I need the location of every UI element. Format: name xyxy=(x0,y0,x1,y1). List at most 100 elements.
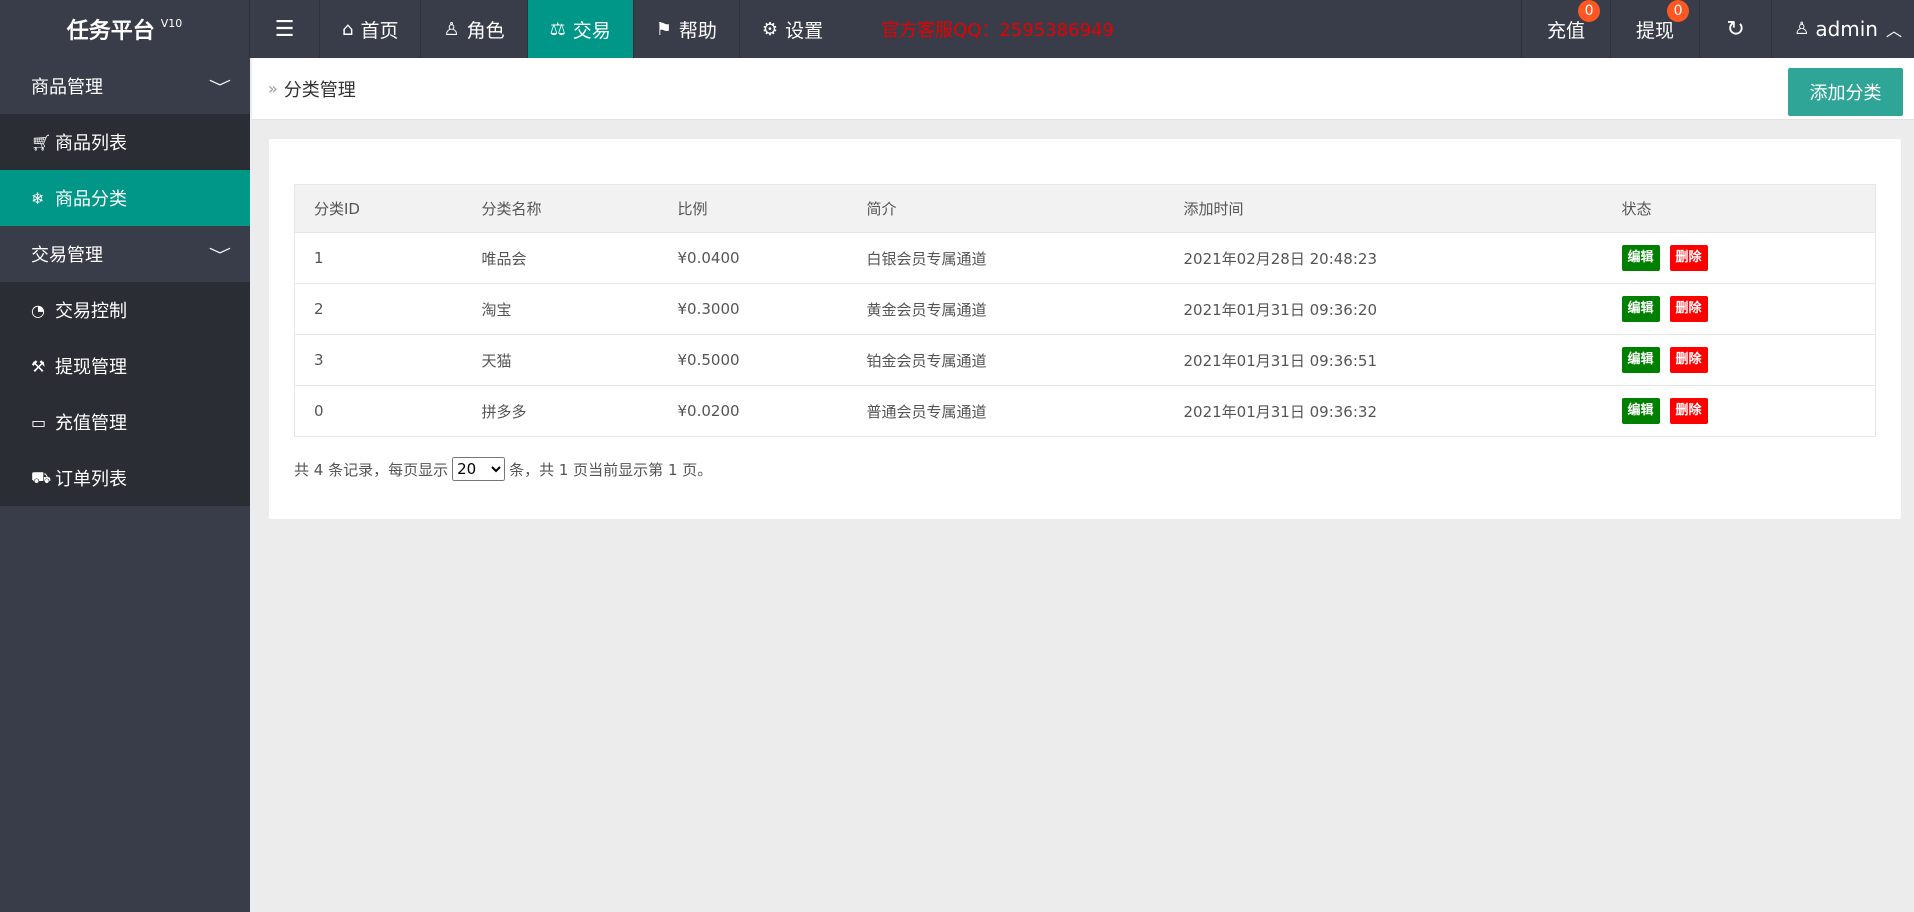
cell-name: 拼多多 xyxy=(462,385,659,437)
user-icon: ♙ xyxy=(1794,19,1810,39)
user-menu[interactable]: ♙ admin ︿ xyxy=(1771,0,1914,58)
sidebar-item-recharge[interactable]: ▭ 充值管理 xyxy=(0,394,250,450)
app-version: V10 xyxy=(160,16,183,30)
table-row: 1 唯品会 ¥0.0400 白银会员专属通道 2021年02月28日 20:48… xyxy=(294,232,1876,284)
sidebar-group-products[interactable]: 商品管理 ﹀ xyxy=(0,58,250,114)
recharge-badge: 0 xyxy=(1578,0,1601,22)
cell-actions: 编辑 删除 xyxy=(1602,283,1876,335)
recharge-label: 充值 xyxy=(1547,19,1586,42)
nav-role[interactable]: ♙ 角色 xyxy=(421,0,528,58)
double-chevron-icon: » xyxy=(268,79,278,98)
delete-button[interactable]: 删除 xyxy=(1669,245,1708,271)
category-table: 分类ID 分类名称 比例 简介 添加时间 状态 1 唯品会 ¥0.0400 白银… xyxy=(294,184,1876,437)
table-row: 2 淘宝 ¥0.3000 黄金会员专属通道 2021年01月31日 09:36:… xyxy=(294,283,1876,335)
breadcrumb-bar: » 分类管理 添加分类 xyxy=(252,58,1914,120)
cell-name: 唯品会 xyxy=(462,232,659,284)
recharge-button[interactable]: 充值 0 xyxy=(1521,0,1610,58)
cell-time: 2021年01月31日 09:36:51 xyxy=(1164,334,1603,386)
cell-intro: 普通会员专属通道 xyxy=(847,385,1165,437)
refresh-button[interactable]: ↻ xyxy=(1699,0,1771,58)
nav-settings-label: 设置 xyxy=(785,19,824,42)
column-header-time: 添加时间 xyxy=(1164,184,1603,233)
cell-actions: 编辑 删除 xyxy=(1602,334,1876,386)
nav-settings[interactable]: ⚙ 设置 xyxy=(740,0,845,58)
cell-ratio: ¥0.3000 xyxy=(658,283,848,335)
cell-ratio: ¥0.0200 xyxy=(658,385,848,437)
cell-id: 0 xyxy=(294,385,463,437)
chevron-up-icon: ︿ xyxy=(1885,21,1902,40)
add-category-button[interactable]: 添加分类 xyxy=(1788,68,1903,116)
chevron-down-icon: ﹀ xyxy=(208,78,232,97)
cell-actions: 编辑 删除 xyxy=(1602,232,1876,284)
column-header-id: 分类ID xyxy=(294,184,463,233)
sidebar-item-product-list[interactable]: 🛒︎ 商品列表 xyxy=(0,114,250,170)
app-logo[interactable]: 任务平台 V10 xyxy=(0,0,250,58)
breadcrumb: » 分类管理 xyxy=(268,76,356,102)
nav-trade[interactable]: ⚖ 交易 xyxy=(527,0,634,58)
cell-time: 2021年02月28日 20:48:23 xyxy=(1164,232,1603,284)
cell-intro: 黄金会员专属通道 xyxy=(847,283,1165,335)
cell-time: 2021年01月31日 09:36:32 xyxy=(1164,385,1603,437)
pagination-prefix: 共 4 条记录，每页显示 xyxy=(294,460,449,479)
delete-button[interactable]: 删除 xyxy=(1669,347,1708,373)
flag-icon: ⚑ xyxy=(655,18,672,40)
nav-help[interactable]: ⚑ 帮助 xyxy=(634,0,740,58)
cart-outline-icon: ⛟ xyxy=(31,467,52,487)
sidebar-item-label: 商品分类 xyxy=(55,189,127,210)
cell-time: 2021年01月31日 09:36:20 xyxy=(1164,283,1603,335)
edit-button[interactable]: 编辑 xyxy=(1621,347,1660,373)
nav-home-label: 首页 xyxy=(360,19,399,42)
pagination-suffix: 条，共 1 页当前显示第 1 页。 xyxy=(509,460,713,479)
sidebar-item-label: 充值管理 xyxy=(55,413,127,434)
menu-toggle-button[interactable]: ☰ xyxy=(250,0,320,58)
cell-ratio: ¥0.5000 xyxy=(658,334,848,386)
refresh-icon: ↻ xyxy=(1726,16,1745,42)
column-header-intro: 简介 xyxy=(847,184,1165,233)
cell-id: 3 xyxy=(294,334,463,386)
sidebar-item-orders[interactable]: ⛟ 订单列表 xyxy=(0,450,250,506)
sidebar-group-trade[interactable]: 交易管理 ﹀ xyxy=(0,226,250,282)
nav-help-label: 帮助 xyxy=(678,19,717,42)
cell-intro: 白银会员专属通道 xyxy=(847,232,1165,284)
sidebar-item-trade-control[interactable]: ◔ 交易控制 xyxy=(0,282,250,338)
column-header-status: 状态 xyxy=(1602,184,1876,233)
cell-name: 天猫 xyxy=(462,334,659,386)
monitor-icon: ▭ xyxy=(31,412,47,432)
edit-button[interactable]: 编辑 xyxy=(1621,296,1660,322)
content-card: 分类ID 分类名称 比例 简介 添加时间 状态 1 唯品会 ¥0.0400 白银… xyxy=(269,139,1901,519)
table-row: 3 天猫 ¥0.5000 铂金会员专属通道 2021年01月31日 09:36:… xyxy=(294,334,1876,386)
user-icon: ♙ xyxy=(443,18,460,40)
cell-id: 2 xyxy=(294,283,463,335)
edit-button[interactable]: 编辑 xyxy=(1621,245,1660,271)
nav-trade-label: 交易 xyxy=(572,19,611,42)
sidebar-item-label: 提现管理 xyxy=(55,357,127,378)
withdraw-button[interactable]: 提现 0 xyxy=(1610,0,1699,58)
nav-home[interactable]: ⌂ 首页 xyxy=(320,0,422,58)
delete-button[interactable]: 删除 xyxy=(1669,296,1708,322)
edit-button[interactable]: 编辑 xyxy=(1621,398,1660,424)
sidebar-item-label: 订单列表 xyxy=(55,469,127,490)
table-header-row: 分类ID 分类名称 比例 简介 添加时间 状态 xyxy=(294,184,1876,233)
snowflake-icon: ❄ xyxy=(31,188,45,208)
dashboard-icon: ◔ xyxy=(31,300,45,320)
cart-icon: 🛒︎ xyxy=(31,132,52,152)
gavel-icon: ⚒ xyxy=(31,356,46,376)
gear-icon: ⚙ xyxy=(761,18,779,40)
cell-name: 淘宝 xyxy=(462,283,659,335)
sidebar-item-product-category[interactable]: ❄ 商品分类 xyxy=(0,170,250,226)
app-title: 任务平台 xyxy=(66,19,155,44)
menu-toggle-icon: ☰ xyxy=(274,16,295,42)
table-row: 0 拼多多 ¥0.0200 普通会员专属通道 2021年01月31日 09:36… xyxy=(294,385,1876,437)
nav-role-label: 角色 xyxy=(466,19,505,42)
sidebar-item-withdraw[interactable]: ⚒ 提现管理 xyxy=(0,338,250,394)
scale-icon: ⚖ xyxy=(549,18,566,40)
sidebar-item-label: 交易控制 xyxy=(55,301,127,322)
page-size-select[interactable]: 20 xyxy=(452,457,506,481)
page-title: 分类管理 xyxy=(283,79,356,101)
chevron-down-icon: ﹀ xyxy=(208,246,232,265)
home-icon: ⌂ xyxy=(342,18,354,40)
cell-actions: 编辑 删除 xyxy=(1602,385,1876,437)
delete-button[interactable]: 删除 xyxy=(1669,398,1708,424)
cell-intro: 铂金会员专属通道 xyxy=(847,334,1165,386)
withdraw-label: 提现 xyxy=(1636,19,1675,42)
